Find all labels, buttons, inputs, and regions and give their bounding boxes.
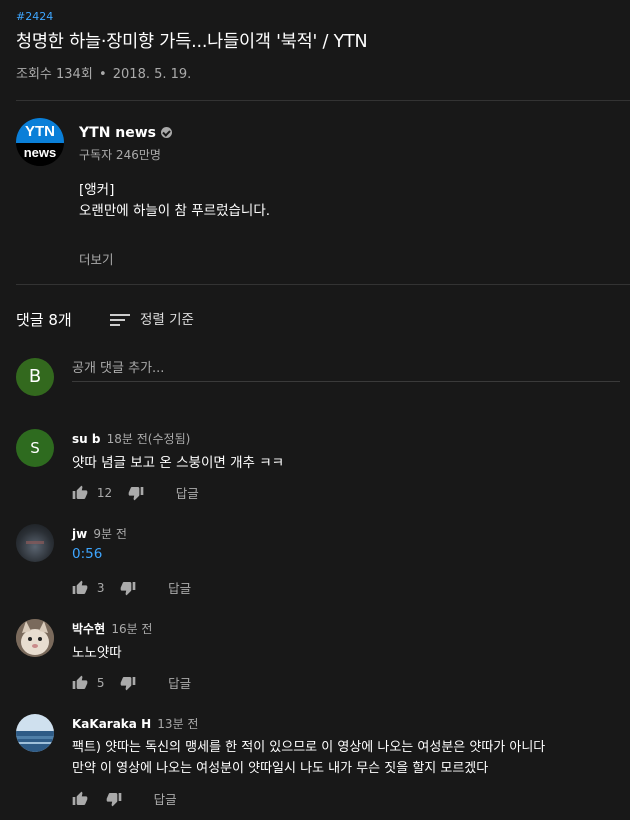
comment-text: 0:56 bbox=[72, 546, 102, 562]
timestamp-link[interactable]: 0:56 bbox=[72, 546, 102, 562]
hashtag-link[interactable]: #2424 bbox=[16, 10, 53, 23]
commenter-avatar[interactable]: S bbox=[16, 429, 54, 467]
comment-count: 댓글 8개 bbox=[16, 311, 72, 329]
author-name[interactable]: 박수현 bbox=[72, 622, 105, 636]
add-comment-input[interactable]: 공개 댓글 추가... bbox=[72, 357, 620, 382]
comment-actions: 답글 bbox=[72, 789, 177, 807]
reply-button[interactable]: 답글 bbox=[154, 789, 177, 808]
author-name[interactable]: jw bbox=[72, 527, 87, 541]
channel-logo-bottom: news bbox=[16, 143, 64, 166]
sea-avatar-image bbox=[16, 714, 54, 752]
reply-button[interactable]: 답글 bbox=[176, 483, 199, 502]
comment-author[interactable]: 박수현 16분 전 bbox=[72, 620, 152, 637]
video-title: 청명한 하늘·장미향 가득...나들이객 '북적' / YTN bbox=[16, 32, 368, 52]
channel-logo-top: YTN bbox=[16, 118, 64, 144]
description-line: [앵커] bbox=[79, 182, 115, 198]
description-line: 오랜만에 하늘이 참 푸르렀습니다. bbox=[79, 203, 271, 219]
like-icon[interactable] bbox=[72, 485, 88, 501]
comment-text: 만약 이 영상에 나오는 여성분이 얏따일시 나도 내가 무슨 짓을 할지 모르… bbox=[72, 761, 489, 776]
divider bbox=[16, 284, 630, 285]
dislike-icon[interactable] bbox=[106, 791, 122, 807]
comment-actions: 12 답글 bbox=[72, 483, 199, 501]
comment-time[interactable]: 16분 전 bbox=[111, 622, 152, 636]
comment-actions: 3 답글 bbox=[72, 578, 191, 596]
channel-name[interactable]: YTN news bbox=[79, 125, 173, 141]
commenter-avatar[interactable] bbox=[16, 619, 54, 657]
comment-text: 얏따 념글 보고 온 스붕이면 개추 ㅋㅋ bbox=[72, 455, 285, 471]
meta-separator: • bbox=[98, 67, 107, 82]
upload-date: 2018. 5. 19. bbox=[112, 67, 192, 82]
channel-avatar[interactable]: YTN news bbox=[16, 118, 64, 166]
verified-icon bbox=[161, 127, 173, 138]
comment-author[interactable]: jw 9분 전 bbox=[72, 525, 127, 542]
cat-avatar-image bbox=[16, 619, 54, 657]
comment-text: 팩트) 얏따는 독신의 맹세를 한 적이 있으므로 이 영상에 나오는 여성분은… bbox=[72, 740, 546, 755]
comment-time[interactable]: 9분 전 bbox=[93, 527, 127, 541]
sort-icon bbox=[110, 313, 130, 327]
reply-button[interactable]: 답글 bbox=[168, 673, 191, 692]
dislike-icon[interactable] bbox=[120, 675, 136, 691]
reply-button[interactable]: 답글 bbox=[168, 578, 191, 597]
like-icon[interactable] bbox=[72, 675, 88, 691]
author-name[interactable]: su b bbox=[72, 432, 100, 446]
subscriber-count: 구독자 246만명 bbox=[79, 148, 161, 162]
sort-label: 정렬 기준 bbox=[140, 312, 194, 328]
comment-author[interactable]: su b 18분 전(수정됨) bbox=[72, 430, 190, 447]
channel-name-text[interactable]: YTN news bbox=[79, 125, 156, 141]
like-count: 3 bbox=[96, 580, 105, 595]
user-avatar: B bbox=[16, 358, 54, 396]
like-count: 5 bbox=[96, 675, 105, 690]
comment-actions: 5 답글 bbox=[72, 673, 191, 691]
like-icon[interactable] bbox=[72, 580, 88, 596]
commenter-avatar[interactable] bbox=[16, 714, 54, 752]
divider bbox=[16, 100, 630, 101]
like-count: 12 bbox=[96, 485, 113, 500]
like-icon[interactable] bbox=[72, 791, 88, 807]
avatar-image bbox=[26, 541, 44, 544]
video-description: [앵커] 오랜만에 하늘이 참 푸르렀습니다. bbox=[79, 180, 270, 222]
author-name[interactable]: KaKaraka H bbox=[72, 717, 151, 731]
view-count: 조회수 134회 bbox=[16, 67, 93, 82]
video-meta: 조회수 134회 • 2018. 5. 19. bbox=[16, 63, 191, 82]
show-more-button[interactable]: 더보기 bbox=[79, 249, 114, 268]
sort-button[interactable]: 정렬 기준 bbox=[110, 308, 194, 328]
comment-author[interactable]: KaKaraka H 13분 전 bbox=[72, 715, 198, 732]
commenter-avatar[interactable] bbox=[16, 524, 54, 562]
comment-time[interactable]: 18분 전(수정됨) bbox=[107, 432, 191, 446]
dislike-icon[interactable] bbox=[120, 580, 136, 596]
comment-text: 노노얏따 bbox=[72, 645, 122, 661]
dislike-icon[interactable] bbox=[128, 485, 144, 501]
comment-time[interactable]: 13분 전 bbox=[157, 717, 198, 731]
